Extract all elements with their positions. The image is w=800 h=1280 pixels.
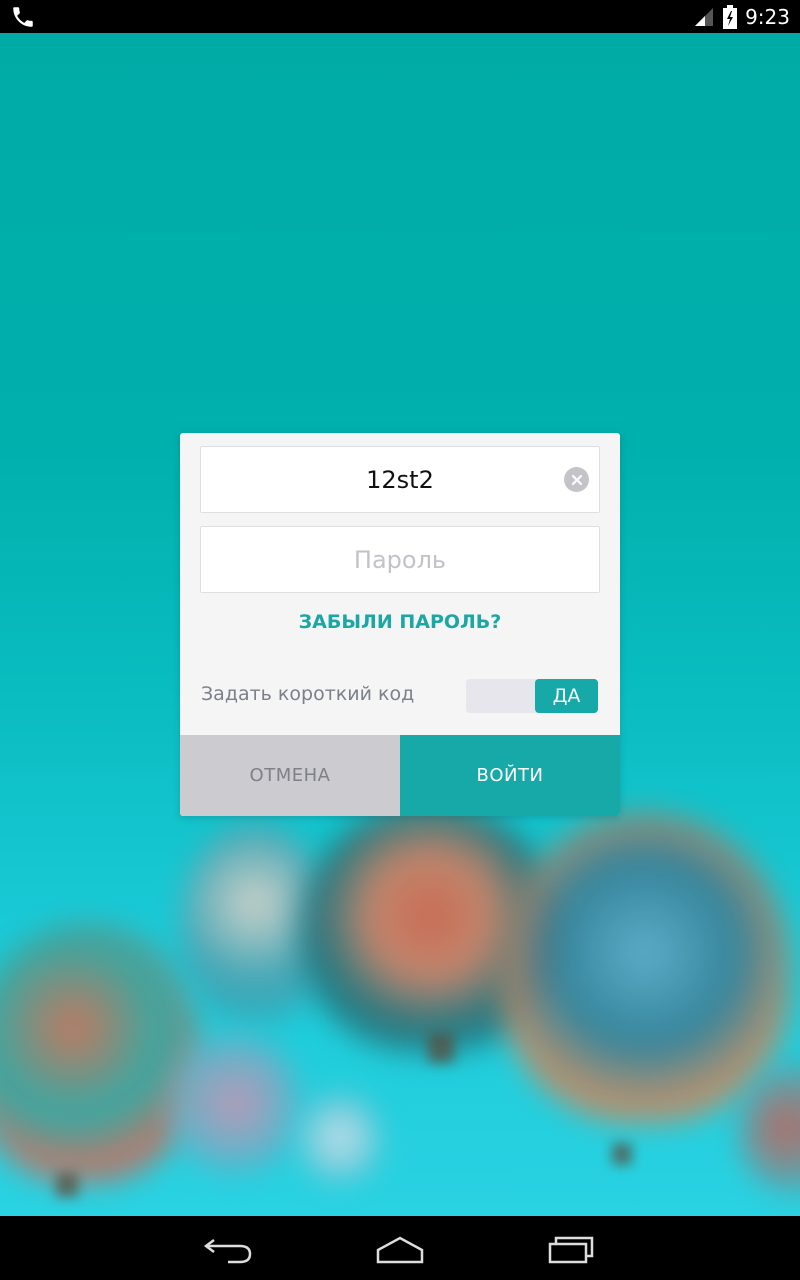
- short-code-label: Задать короткий код: [201, 683, 415, 705]
- navigation-bar: [0, 1216, 800, 1280]
- login-button[interactable]: ВОЙТИ: [400, 735, 620, 816]
- battery-icon: [723, 4, 738, 29]
- recent-apps-icon[interactable]: [540, 1230, 600, 1266]
- status-time: 9:23: [745, 4, 790, 29]
- login-dialog: 12st2 Пароль ЗАБЫЛИ ПАРОЛЬ? Задать корот…: [180, 433, 620, 816]
- login-field[interactable]: 12st2: [200, 446, 600, 513]
- short-code-toggle[interactable]: ДА: [466, 679, 598, 713]
- toggle-knob: ДА: [535, 679, 598, 713]
- clear-icon[interactable]: [564, 467, 589, 492]
- password-placeholder: Пароль: [353, 545, 447, 574]
- forgot-password-link[interactable]: ЗАБЫЛИ ПАРОЛЬ?: [180, 611, 620, 633]
- signal-icon: [695, 7, 714, 26]
- back-icon[interactable]: [200, 1230, 260, 1266]
- cancel-button[interactable]: ОТМЕНА: [180, 735, 400, 816]
- status-right: 9:23: [693, 0, 790, 33]
- login-field-value: 12st2: [366, 465, 434, 494]
- phone-icon: [13, 7, 33, 27]
- screen: 9:23 12st2 Пароль ЗАБЫЛИ ПАРОЛЬ? Задать …: [0, 0, 800, 1280]
- password-field[interactable]: Пароль: [200, 526, 600, 593]
- home-icon[interactable]: [370, 1230, 430, 1266]
- status-bar: 9:23: [0, 0, 800, 33]
